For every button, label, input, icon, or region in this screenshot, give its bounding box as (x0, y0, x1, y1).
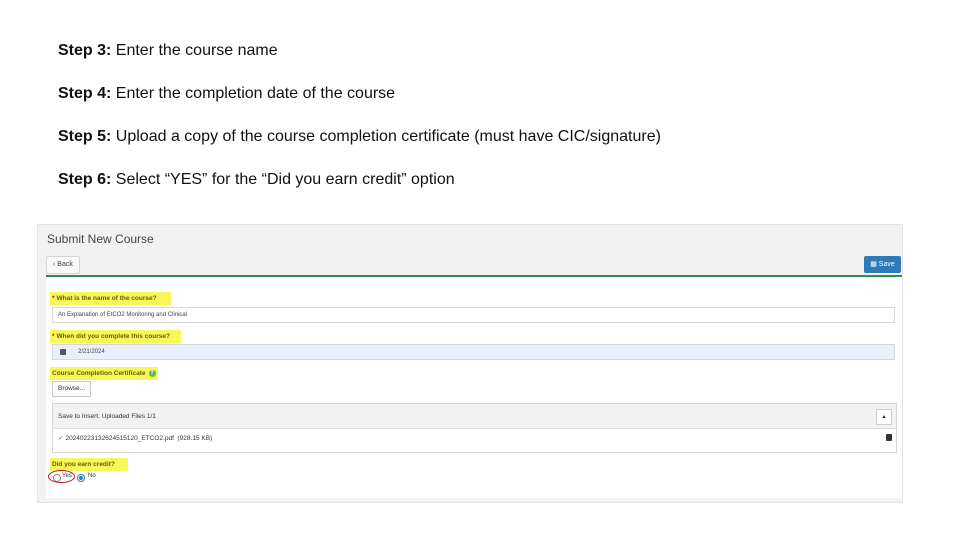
caret-up-icon: ▲ (881, 414, 887, 420)
form-panel: * What is the name of the course? An Expl… (46, 277, 902, 498)
file-size: (928.15 KB) (177, 435, 213, 442)
step-6-prefix: Step 6: (58, 171, 112, 188)
credit-no-label[interactable]: No (88, 473, 96, 479)
trash-icon[interactable] (886, 434, 892, 441)
collapse-button[interactable]: ▲ (876, 409, 892, 425)
floppy-icon: ▦ (870, 261, 877, 268)
embedded-screenshot: Submit New Course ‹ Back ▦ Save * What is… (37, 224, 903, 503)
yes-circle-annotation (48, 470, 75, 483)
course-name-label-text: What is the name of the course? (56, 295, 157, 302)
calendar-icon (60, 349, 66, 355)
save-label: Save (878, 261, 895, 268)
completion-date-label-text: When did you complete this course? (56, 333, 170, 340)
completion-date-label: * When did you complete this course? (52, 333, 170, 340)
completion-date-value: 2/21/2024 (78, 349, 105, 355)
step-4: Step 4: Enter the completion date of the… (58, 84, 395, 104)
uploaded-file-row: ✓ 20240223132624515120_ETCO2.pdf (928.15 … (58, 434, 212, 442)
file-name[interactable]: 20240223132624515120_ETCO2.pdf (65, 435, 173, 442)
credit-no-radio[interactable] (77, 474, 85, 482)
step-3: Step 3: Enter the course name (58, 41, 278, 61)
step-4-text: Enter the completion date of the course (111, 85, 396, 102)
back-button[interactable]: ‹ Back (46, 256, 80, 274)
certificate-label: Course Completion Certificate? (52, 370, 156, 377)
course-name-input[interactable]: An Explanation of EtCO2 Monitoring and C… (52, 307, 895, 323)
step-5-text: Upload a copy of the course completion c… (111, 128, 661, 145)
uploaded-files-header: Save to Insert. Uploaded Files 1/1 (53, 404, 896, 429)
browse-button[interactable]: Browse... (52, 381, 92, 397)
info-icon[interactable]: ? (148, 370, 156, 377)
check-icon: ✓ (58, 435, 64, 442)
credit-label: Did you earn credit? (52, 461, 115, 468)
certificate-label-text: Course Completion Certificate (52, 370, 146, 378)
required-marker: * (52, 333, 55, 340)
uploaded-files-panel: Save to Insert. Uploaded Files 1/1 ▲ ✓ 20… (52, 403, 897, 453)
back-label: Back (57, 261, 73, 268)
step-6: Step 6: Select “YES” for the “Did you ea… (58, 170, 455, 190)
step-3-text: Enter the course name (111, 42, 278, 59)
course-name-label: * What is the name of the course? (52, 295, 157, 302)
save-button[interactable]: ▦ Save (864, 256, 901, 273)
step-4-prefix: Step 4: (58, 85, 112, 102)
form-title: Submit New Course (47, 232, 154, 246)
chevron-left-icon: ‹ (53, 261, 56, 268)
step-6-text: Select “YES” for the “Did you earn credi… (111, 171, 455, 188)
step-3-prefix: Step 3: (58, 42, 112, 59)
step-5: Step 5: Upload a copy of the course comp… (58, 127, 661, 147)
uploaded-files-header-text: Save to Insert. Uploaded Files 1/1 (58, 413, 156, 420)
step-5-prefix: Step 5: (58, 128, 112, 145)
completion-date-input[interactable]: 2/21/2024 (52, 344, 895, 360)
required-marker: * (52, 295, 55, 302)
